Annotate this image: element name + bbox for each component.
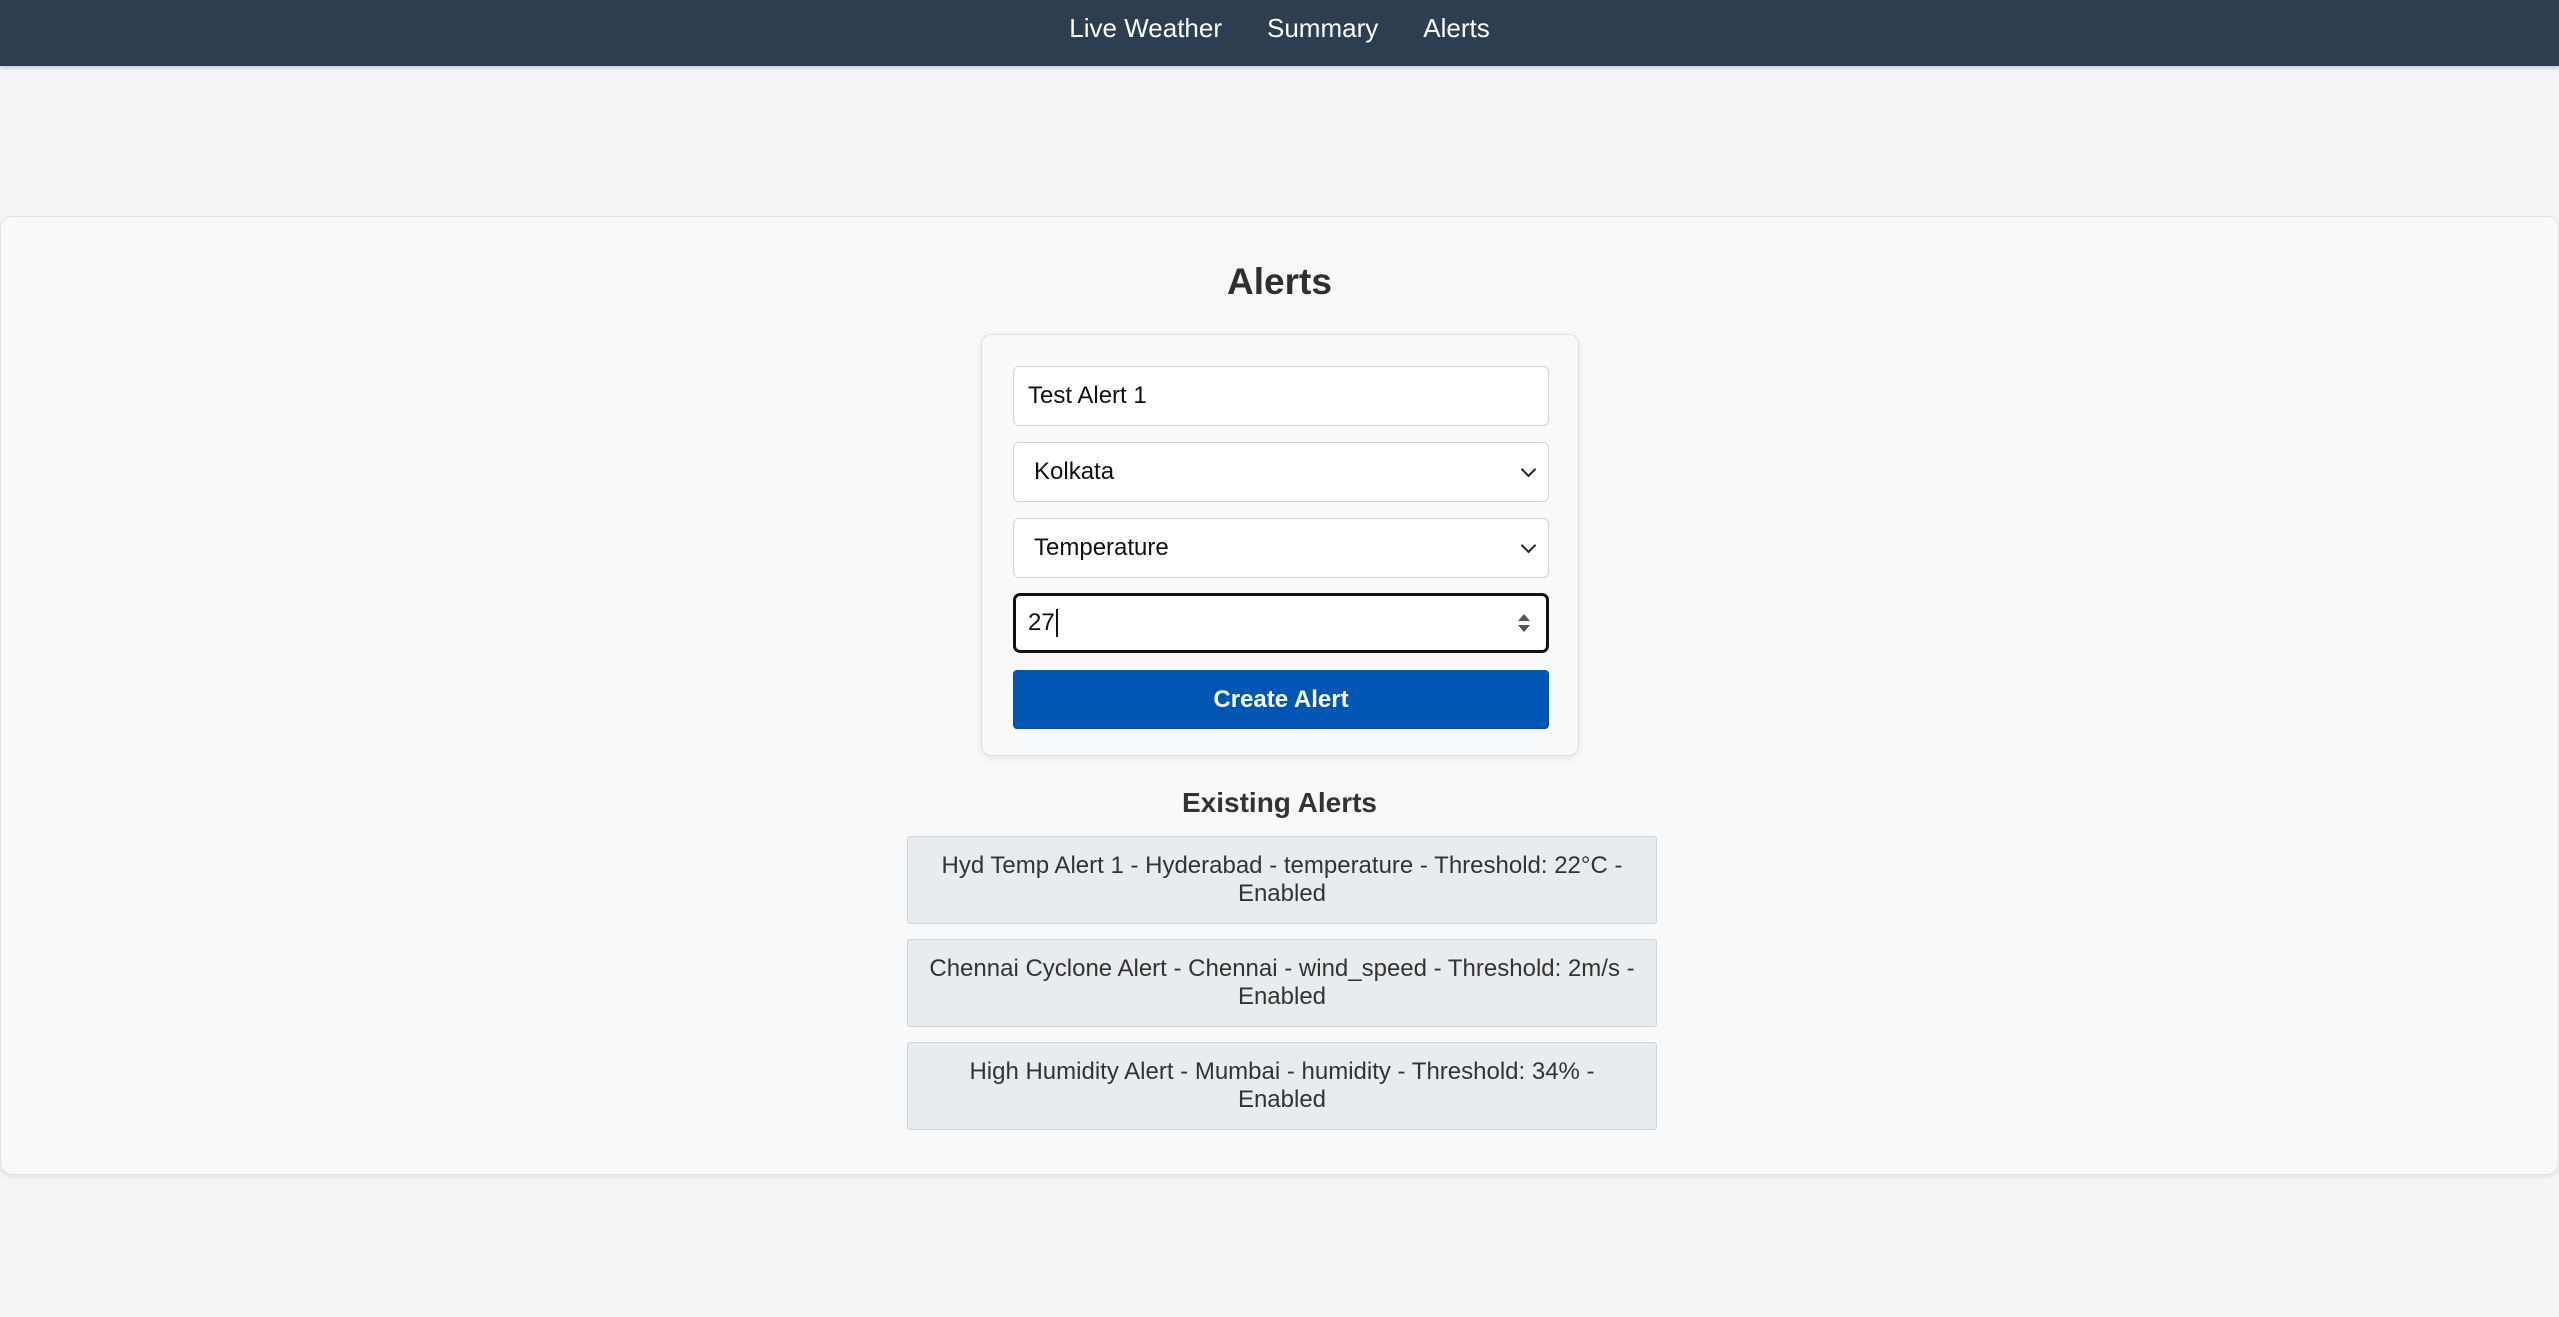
nav-link-live-weather[interactable]: Live Weather (1069, 15, 1222, 41)
page-title: Alerts (1227, 261, 1332, 302)
nav-link-alerts[interactable]: Alerts (1423, 15, 1489, 41)
spinner-arrows-icon[interactable] (1518, 614, 1530, 632)
create-alert-button[interactable]: Create Alert (1013, 670, 1549, 729)
alert-list-item: High Humidity Alert - Mumbai - humidity … (907, 1042, 1657, 1130)
alert-name-input[interactable]: Test Alert 1 (1013, 366, 1549, 426)
alert-name-value: Test Alert 1 (1028, 382, 1147, 409)
existing-alerts-title: Existing Alerts (1181, 787, 1377, 818)
city-select[interactable]: Kolkata (1013, 442, 1549, 502)
parameter-select[interactable]: Temperature (1013, 518, 1549, 578)
chevron-down-icon (1520, 461, 1537, 477)
text-cursor (1055, 609, 1058, 638)
existing-alerts-list: Hyd Temp Alert 1 - Hyderabad - temperatu… (907, 836, 1657, 1145)
alerts-panel: Alerts Test Alert 1 Kolkata Temperature … (0, 216, 2559, 1175)
parameter-select-value: Temperature (1034, 534, 1169, 561)
threshold-value-wrap: 27 (1028, 609, 1058, 638)
spinner-up-icon[interactable] (1518, 614, 1530, 621)
nav-link-summary[interactable]: Summary (1267, 15, 1378, 41)
city-select-value: Kolkata (1034, 458, 1115, 485)
create-alert-form: Test Alert 1 Kolkata Temperature 27 Crea… (981, 334, 1579, 756)
spinner-down-icon[interactable] (1518, 625, 1530, 632)
threshold-input[interactable]: 27 (1013, 593, 1549, 653)
threshold-value: 27 (1028, 608, 1055, 636)
alert-list-item: Chennai Cyclone Alert - Chennai - wind_s… (907, 939, 1657, 1027)
chevron-down-icon (1520, 537, 1537, 553)
top-navbar: Live Weather Summary Alerts (0, 0, 2559, 66)
alert-list-item: Hyd Temp Alert 1 - Hyderabad - temperatu… (907, 836, 1657, 924)
